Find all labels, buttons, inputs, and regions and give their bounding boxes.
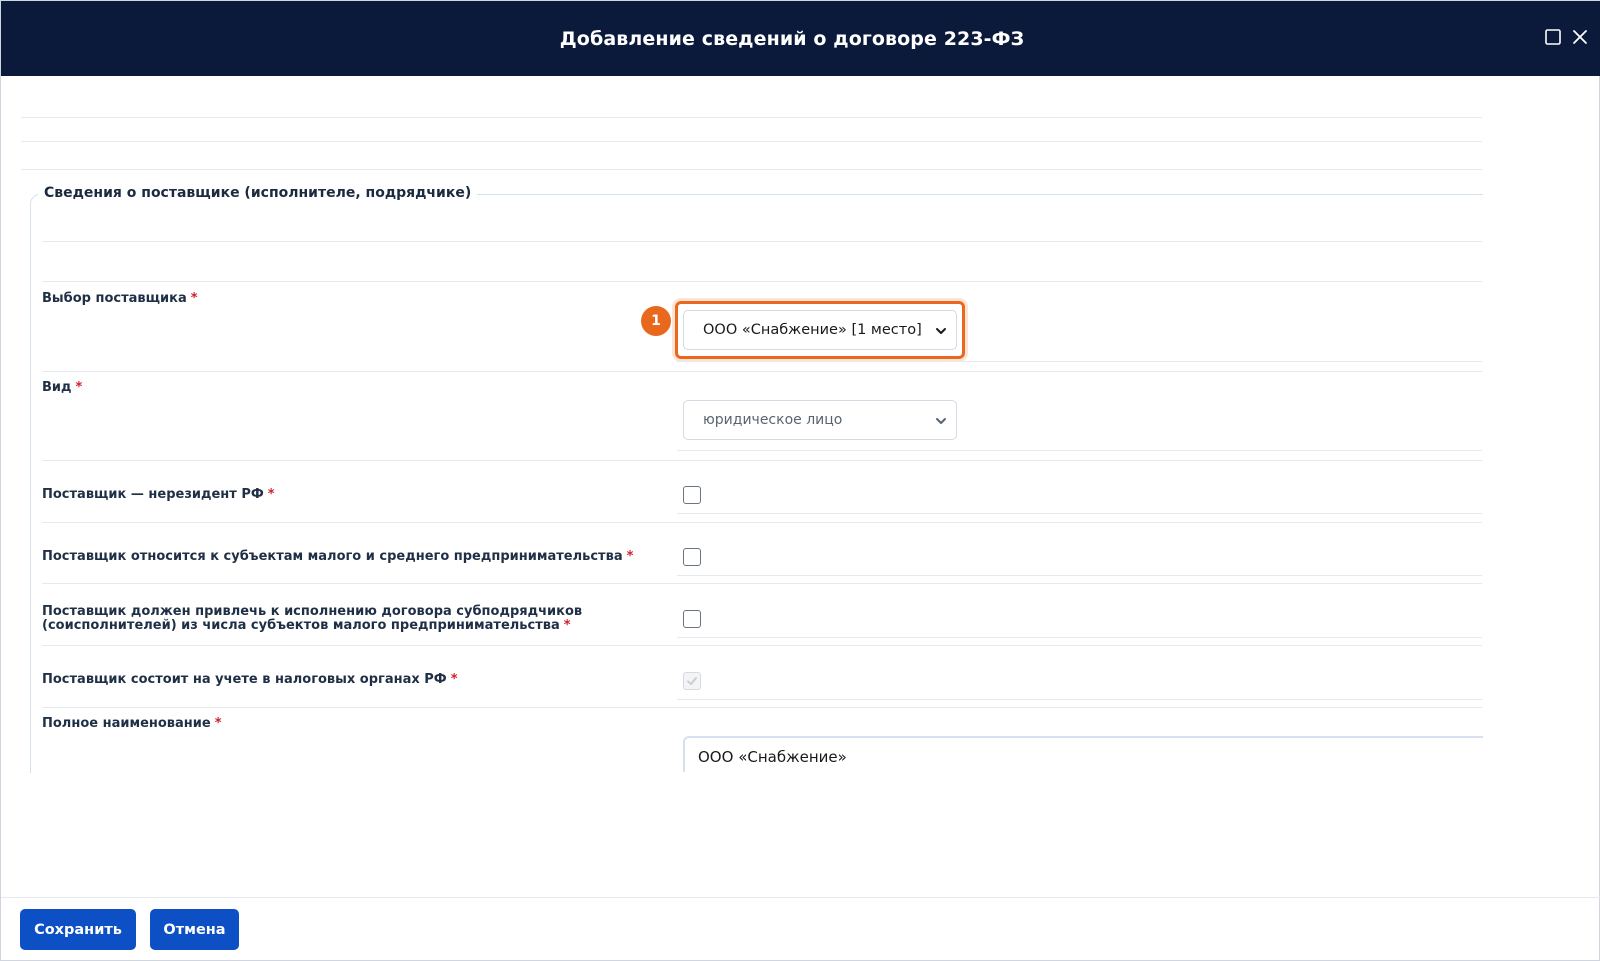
divider (677, 513, 1482, 514)
required-mark: * (214, 716, 222, 731)
maximize-icon[interactable] (1544, 28, 1562, 46)
divider (677, 699, 1482, 700)
tax-registered-checkbox (683, 672, 701, 690)
close-icon[interactable] (1571, 28, 1589, 46)
sme-label: Поставщик относится к субъектам малого и… (42, 549, 634, 564)
supplier-choice-label: Выбор поставщика * (42, 291, 198, 306)
divider (42, 281, 1482, 282)
required-mark: * (190, 291, 198, 306)
save-button[interactable]: Сохранить (20, 909, 136, 950)
supplier-select[interactable]: ООО «Снабжение» [1 место] (683, 310, 957, 350)
required-mark: * (75, 380, 83, 395)
divider (677, 361, 1482, 362)
cancel-button[interactable]: Отмена (150, 909, 239, 950)
required-mark: * (563, 618, 571, 633)
non-resident-checkbox[interactable] (683, 486, 701, 504)
divider (42, 522, 1482, 523)
divider (21, 117, 1482, 118)
divider (42, 371, 1482, 372)
modal-title: Добавление сведений о договоре 223-ФЗ (559, 27, 1025, 50)
required-mark: * (450, 672, 458, 687)
subcontractors-checkbox[interactable] (683, 610, 701, 628)
full-name-label: Полное наименование * (42, 716, 222, 731)
callout-badge: 1 (641, 306, 671, 336)
footer-divider (1, 897, 1600, 898)
divider (21, 141, 1482, 142)
divider (42, 645, 1482, 646)
divider (42, 707, 1482, 708)
kind-select-value: юридическое лицо (703, 412, 843, 428)
checkmark-icon (687, 677, 697, 685)
kind-select[interactable]: юридическое лицо (683, 400, 957, 440)
supplier-select-value: ООО «Снабжение» [1 место] (703, 322, 922, 338)
tax-registered-label: Поставщик состоит на учете в налоговых о… (42, 672, 458, 687)
divider (42, 460, 1482, 461)
subcontractors-label: Поставщик должен привлечь к исполнению д… (42, 604, 583, 633)
chevron-down-icon (936, 328, 946, 334)
fieldset-legend: Сведения о поставщике (исполнителе, подр… (38, 185, 478, 201)
kind-label: Вид * (42, 380, 83, 395)
full-name-input[interactable]: ООО «Снабжение» (683, 736, 1483, 772)
required-mark: * (626, 549, 634, 564)
sme-checkbox[interactable] (683, 548, 701, 566)
modal-header: Добавление сведений о договоре 223-ФЗ (1, 1, 1600, 76)
divider (21, 169, 1482, 170)
divider (677, 575, 1482, 576)
divider (677, 637, 1482, 638)
non-resident-label: Поставщик — нерезидент РФ * (42, 487, 275, 502)
contract-info-modal: Добавление сведений о договоре 223-ФЗ Св… (0, 0, 1600, 961)
chevron-down-icon (936, 418, 946, 424)
divider (42, 241, 1482, 242)
divider (677, 450, 1482, 451)
required-mark: * (267, 487, 275, 502)
divider (42, 583, 1482, 584)
